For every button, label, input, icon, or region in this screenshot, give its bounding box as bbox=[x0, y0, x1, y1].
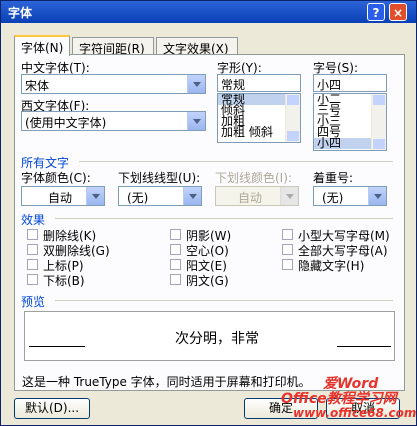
font-color-label: 字体颜色(C): bbox=[21, 171, 91, 185]
hidden-text-checkbox[interactable] bbox=[282, 259, 293, 270]
preview-box: 次分明，非常 bbox=[24, 311, 395, 361]
watermark-title: Office教程学习网 bbox=[281, 391, 397, 407]
group-divider bbox=[55, 300, 393, 301]
strikethrough-checkbox[interactable] bbox=[27, 229, 38, 240]
help-button[interactable]: ? bbox=[367, 3, 385, 21]
emphasis-label: 着重号: bbox=[313, 171, 354, 185]
close-button[interactable]: × bbox=[389, 3, 407, 21]
cn-font-value: 宋体 bbox=[25, 79, 50, 93]
outline-checkbox[interactable] bbox=[170, 244, 181, 255]
small-caps-checkbox[interactable] bbox=[282, 229, 293, 240]
preview-baseline-left bbox=[29, 346, 85, 347]
underline-style-label: 下划线线型(U): bbox=[118, 171, 201, 185]
scroll-down-icon[interactable] bbox=[373, 139, 385, 149]
font-tab-panel: 中文字体(T): 宋体 西文字体(F): (使用中文字体) 字形(Y): 常规 … bbox=[14, 54, 405, 391]
en-font-value: (使用中文字体) bbox=[25, 116, 107, 130]
superscript-checkbox[interactable] bbox=[27, 259, 38, 270]
underline-color-label: 下划线颜色(I): bbox=[215, 171, 292, 185]
watermark-url: www.office68.com bbox=[293, 406, 417, 420]
chevron-down-icon[interactable] bbox=[183, 187, 201, 205]
chevron-down-icon[interactable] bbox=[187, 112, 205, 130]
group-divider bbox=[55, 218, 393, 219]
underline-color-value: 自动 bbox=[238, 191, 263, 205]
underline-style-combo[interactable]: (无) bbox=[118, 186, 202, 206]
effects-group-label: 效果 bbox=[21, 213, 46, 227]
group-divider bbox=[79, 161, 393, 162]
subscript-label[interactable]: 下标(B) bbox=[43, 272, 85, 289]
font-dialog: 字体 ? × 字体(N) 字符间距(R) 文字效果(X) 中文字体(T): 宋体… bbox=[0, 0, 417, 426]
chevron-down-icon[interactable] bbox=[187, 75, 205, 93]
preview-baseline-right bbox=[337, 346, 391, 347]
scroll-up-icon[interactable] bbox=[373, 95, 385, 105]
size-list[interactable]: 小二 三号 小三 四号 小四 bbox=[313, 93, 387, 151]
preview-text: 次分明，非常 bbox=[175, 331, 259, 347]
emphasis-combo[interactable]: (无) bbox=[313, 186, 387, 206]
chevron-down-icon[interactable] bbox=[86, 187, 104, 205]
emboss-checkbox[interactable] bbox=[170, 259, 181, 270]
hidden-text-label[interactable]: 隐藏文字(H) bbox=[298, 257, 364, 274]
tab-text-effects[interactable]: 文字效果(X) bbox=[156, 37, 238, 56]
font-note: 这是一种 TrueType 字体，同时适用于屏幕和打印机。 bbox=[22, 375, 311, 389]
style-input[interactable]: 常规 bbox=[217, 74, 301, 92]
scrollbar[interactable] bbox=[285, 94, 300, 142]
all-caps-checkbox[interactable] bbox=[282, 244, 293, 255]
style-list[interactable]: 常规 倾斜 加粗 加粗 倾斜 bbox=[217, 93, 301, 143]
tab-character-spacing[interactable]: 字符间距(R) bbox=[72, 37, 154, 56]
font-color-combo[interactable]: 自动 bbox=[21, 186, 105, 206]
scroll-up-icon[interactable] bbox=[287, 95, 299, 105]
preview-group-label: 预览 bbox=[21, 295, 46, 309]
font-color-value: 自动 bbox=[48, 191, 73, 205]
subscript-checkbox[interactable] bbox=[27, 274, 38, 285]
size-input[interactable]: 小四 bbox=[313, 74, 387, 92]
emphasis-value: (无) bbox=[322, 191, 344, 205]
default-button[interactable]: 默认(D)... bbox=[14, 398, 90, 419]
tab-font[interactable]: 字体(N) bbox=[14, 35, 70, 56]
chevron-down-icon[interactable] bbox=[368, 187, 386, 205]
scrollbar[interactable] bbox=[371, 94, 386, 150]
chevron-down-icon bbox=[280, 187, 298, 205]
window-title: 字体 bbox=[8, 6, 33, 20]
engrave-label[interactable]: 阴文(G) bbox=[186, 272, 229, 289]
title-bar: 字体 ? × bbox=[1, 1, 416, 23]
double-strikethrough-checkbox[interactable] bbox=[27, 244, 38, 255]
engrave-checkbox[interactable] bbox=[170, 274, 181, 285]
underline-style-value: (无) bbox=[127, 191, 149, 205]
shadow-checkbox[interactable] bbox=[170, 229, 181, 240]
scroll-down-icon[interactable] bbox=[287, 131, 299, 141]
underline-color-combo: 自动 bbox=[215, 186, 299, 206]
cn-font-combo[interactable]: 宋体 bbox=[21, 74, 206, 94]
en-font-combo[interactable]: (使用中文字体) bbox=[21, 111, 206, 131]
